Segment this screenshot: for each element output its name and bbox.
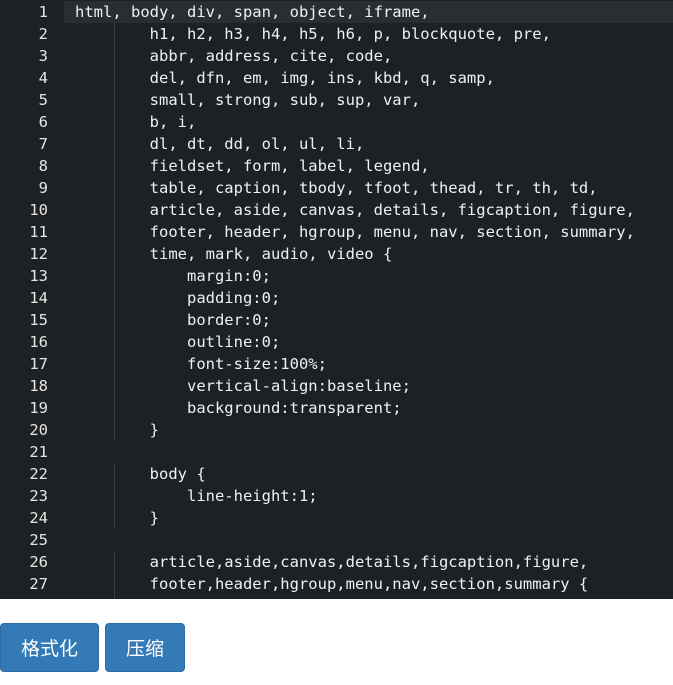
line-number: 6 <box>38 113 48 131</box>
code-line[interactable]: 22 body { <box>0 463 673 485</box>
line-text[interactable]: table, caption, tbody, tfoot, thead, tr,… <box>75 177 598 199</box>
code-line[interactable]: 16 outline:0; <box>0 331 673 353</box>
code-line[interactable]: 23 line-height:1; <box>0 485 673 507</box>
indent-guide <box>114 23 115 441</box>
line-text[interactable]: } <box>75 507 159 529</box>
line-number: 19 <box>29 399 48 417</box>
line-number: 9 <box>38 179 48 197</box>
code-line[interactable]: 14 padding:0; <box>0 287 673 309</box>
line-number: 11 <box>29 223 48 241</box>
line-text[interactable]: footer,header,hgroup,menu,nav,section,su… <box>75 573 589 595</box>
line-text[interactable]: small, strong, sub, sup, var, <box>75 89 421 111</box>
line-text[interactable]: body { <box>75 463 206 485</box>
line-number: 15 <box>29 311 48 329</box>
line-text[interactable]: font-size:100%; <box>75 353 327 375</box>
line-text[interactable]: dl, dt, dd, ol, ul, li, <box>75 133 365 155</box>
line-text[interactable]: } <box>75 419 159 441</box>
line-text[interactable]: margin:0; <box>75 265 271 287</box>
code-line[interactable]: 6 b, i, <box>0 111 673 133</box>
line-text[interactable]: time, mark, audio, video { <box>75 243 393 265</box>
code-line[interactable]: 12 time, mark, audio, video { <box>0 243 673 265</box>
code-line[interactable]: 5 small, strong, sub, sup, var, <box>0 89 673 111</box>
line-number: 17 <box>29 355 48 373</box>
action-toolbar: 格式化 压缩 <box>0 599 673 685</box>
line-number: 18 <box>29 377 48 395</box>
line-number: 2 <box>38 25 48 43</box>
line-number: 27 <box>29 575 48 593</box>
line-text[interactable]: h1, h2, h3, h4, h5, h6, p, blockquote, p… <box>75 23 551 45</box>
code-line[interactable]: 21 <box>0 441 673 463</box>
line-number: 4 <box>38 69 48 87</box>
line-text[interactable]: outline:0; <box>75 331 280 353</box>
code-line[interactable]: 26 article,aside,canvas,details,figcapti… <box>0 551 673 573</box>
indent-guide <box>114 551 115 599</box>
line-number: 7 <box>38 135 48 153</box>
line-text[interactable]: footer, header, hgroup, menu, nav, secti… <box>75 221 635 243</box>
line-number: 8 <box>38 157 48 175</box>
line-text[interactable]: background:transparent; <box>75 397 402 419</box>
line-text[interactable]: b, i, <box>75 111 197 133</box>
line-text[interactable]: article,aside,canvas,details,figcaption,… <box>75 551 589 573</box>
line-number: 22 <box>29 465 48 483</box>
indent-guide <box>114 463 115 529</box>
code-line[interactable]: 1 html, body, div, span, object, iframe, <box>0 1 673 23</box>
code-line[interactable]: 27 footer,header,hgroup,menu,nav,section… <box>0 573 673 595</box>
code-line[interactable]: 24 } <box>0 507 673 529</box>
line-number: 25 <box>29 531 48 549</box>
compress-button[interactable]: 压缩 <box>105 623 185 672</box>
line-text[interactable]: article, aside, canvas, details, figcapt… <box>75 199 635 221</box>
line-number: 26 <box>29 553 48 571</box>
code-line[interactable]: 8 fieldset, form, label, legend, <box>0 155 673 177</box>
line-number: 16 <box>29 333 48 351</box>
line-number: 14 <box>29 289 48 307</box>
code-line[interactable]: 7 dl, dt, dd, ol, ul, li, <box>0 133 673 155</box>
line-text[interactable]: vertical-align:baseline; <box>75 375 411 397</box>
code-editor[interactable]: 1 html, body, div, span, object, iframe, 2… <box>0 0 673 599</box>
code-line[interactable]: 3 abbr, address, cite, code, <box>0 45 673 67</box>
code-line[interactable]: 2 h1, h2, h3, h4, h5, h6, p, blockquote,… <box>0 23 673 45</box>
code-line[interactable]: 18 vertical-align:baseline; <box>0 375 673 397</box>
line-text[interactable]: line-height:1; <box>75 485 318 507</box>
line-text[interactable]: abbr, address, cite, code, <box>75 45 393 67</box>
line-text[interactable]: border:0; <box>75 309 271 331</box>
line-number: 1 <box>38 3 48 21</box>
line-number: 21 <box>29 443 48 461</box>
code-line[interactable]: 13 margin:0; <box>0 265 673 287</box>
line-text[interactable]: padding:0; <box>75 287 280 309</box>
format-button[interactable]: 格式化 <box>0 623 99 672</box>
line-number: 13 <box>29 267 48 285</box>
code-line[interactable]: 20 } <box>0 419 673 441</box>
code-line[interactable]: 11 footer, header, hgroup, menu, nav, se… <box>0 221 673 243</box>
line-number: 3 <box>38 47 48 65</box>
line-number: 12 <box>29 245 48 263</box>
line-number: 5 <box>38 91 48 109</box>
code-line[interactable]: 4 del, dfn, em, img, ins, kbd, q, samp, <box>0 67 673 89</box>
line-text[interactable]: del, dfn, em, img, ins, kbd, q, samp, <box>75 67 495 89</box>
code-line[interactable]: 17 font-size:100%; <box>0 353 673 375</box>
line-number: 24 <box>29 509 48 527</box>
line-text[interactable]: fieldset, form, label, legend, <box>75 155 430 177</box>
line-number: 10 <box>29 201 48 219</box>
line-number: 23 <box>29 487 48 505</box>
code-line[interactable]: 25 <box>0 529 673 551</box>
code-line[interactable]: 15 border:0; <box>0 309 673 331</box>
code-line[interactable]: 10 article, aside, canvas, details, figc… <box>0 199 673 221</box>
line-text[interactable]: html, body, div, span, object, iframe, <box>75 1 430 23</box>
code-line[interactable]: 9 table, caption, tbody, tfoot, thead, t… <box>0 177 673 199</box>
line-number: 20 <box>29 421 48 439</box>
code-line[interactable]: 19 background:transparent; <box>0 397 673 419</box>
